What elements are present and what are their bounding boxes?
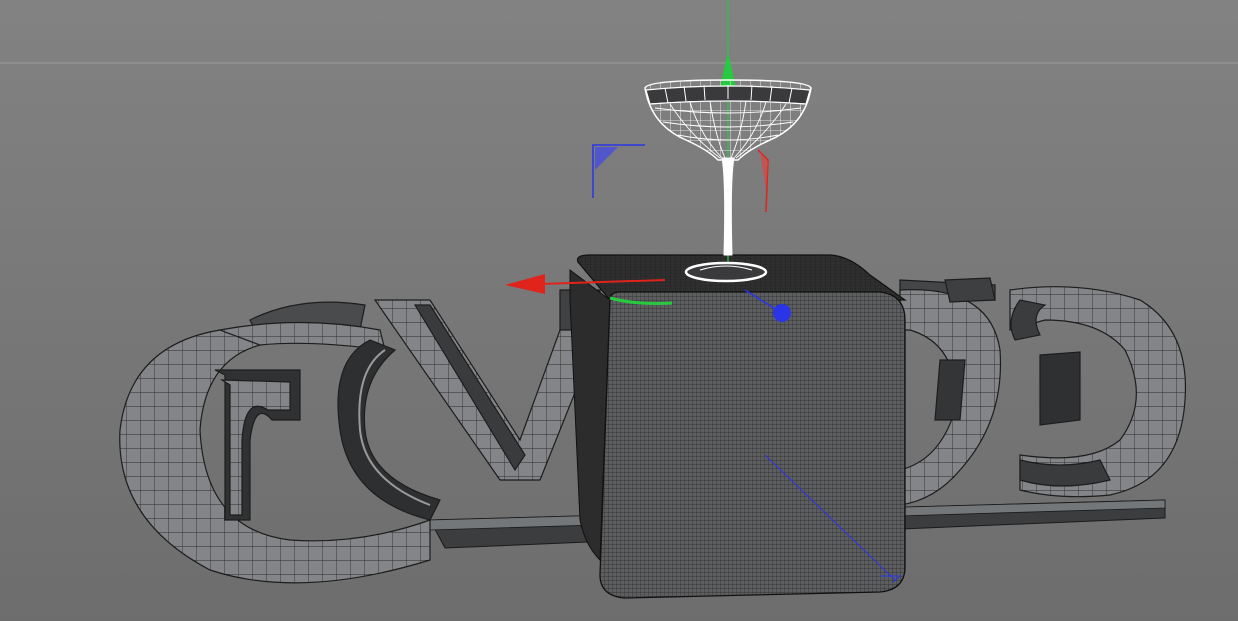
plane-handle-red-icon[interactable]	[757, 149, 769, 213]
cube-mesh	[569, 254, 907, 599]
plane-handle-blue-icon[interactable]	[592, 144, 645, 198]
coupe-glass-mesh	[644, 79, 812, 283]
viewport-canvas[interactable]	[0, 0, 1238, 621]
rotation-handle-icon[interactable]	[773, 304, 791, 322]
3d-viewport[interactable]	[0, 0, 1238, 621]
